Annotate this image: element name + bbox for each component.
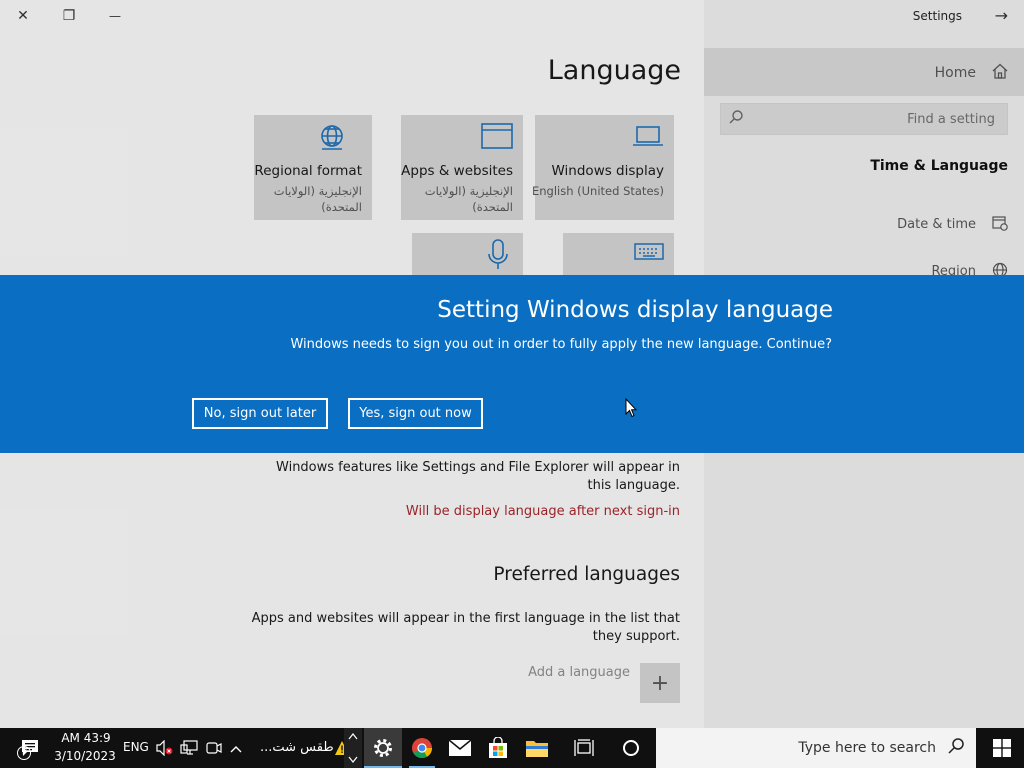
settings-gear-icon [374,739,392,757]
volume-muted-icon[interactable] [156,739,174,760]
clock-date: 3/10/2023 [54,749,116,763]
clock-time: AM 43:9 [61,731,111,745]
search-placeholder: Type here to search [798,740,936,756]
sign-out-dialog: Setting Windows display language Windows… [0,275,1024,453]
notification-count-badge: ٣ [17,746,31,760]
show-hidden-icons-chevron-icon[interactable] [229,741,243,760]
task-view-button[interactable] [565,728,603,768]
mail-icon [448,739,472,756]
start-button[interactable] [980,728,1024,768]
search-icon [948,738,964,758]
taskbar-app-settings[interactable] [364,728,402,768]
taskbar-scroll[interactable] [344,728,362,768]
taskbar: ٣ AM 43:9 3/10/2023 ENG طقس شت... Type h… [0,728,1024,768]
taskbar-app-store[interactable] [479,728,517,768]
mouse-cursor-icon [625,398,637,418]
sign-out-later-button[interactable]: No, sign out later [192,398,328,429]
taskbar-search-input[interactable]: Type here to search [656,728,976,768]
sign-out-now-button[interactable]: Yes, sign out now [348,398,483,429]
chevron-up-icon [348,733,358,740]
file-explorer-icon [526,741,548,757]
chevron-down-icon [348,756,358,763]
taskbar-app-chrome[interactable] [403,728,441,768]
windows-logo-icon [993,739,1011,757]
task-view-icon [574,739,594,756]
taskbar-app-file-explorer[interactable] [518,728,556,768]
taskbar-app-mail[interactable] [441,728,479,768]
dialog-title: Setting Windows display language [437,297,833,323]
weather-widget-label[interactable]: طقس شت... [260,740,334,755]
action-center-button[interactable]: ٣ [14,728,46,768]
cortana-button[interactable] [612,728,650,768]
cortana-circle-icon [623,740,639,756]
chrome-icon [412,738,433,759]
dialog-message: Windows needs to sign you out in order t… [290,337,832,352]
meet-now-icon[interactable] [206,740,222,760]
input-language-indicator[interactable]: ENG [123,740,149,754]
network-icon[interactable] [180,740,198,760]
store-icon [489,737,507,758]
